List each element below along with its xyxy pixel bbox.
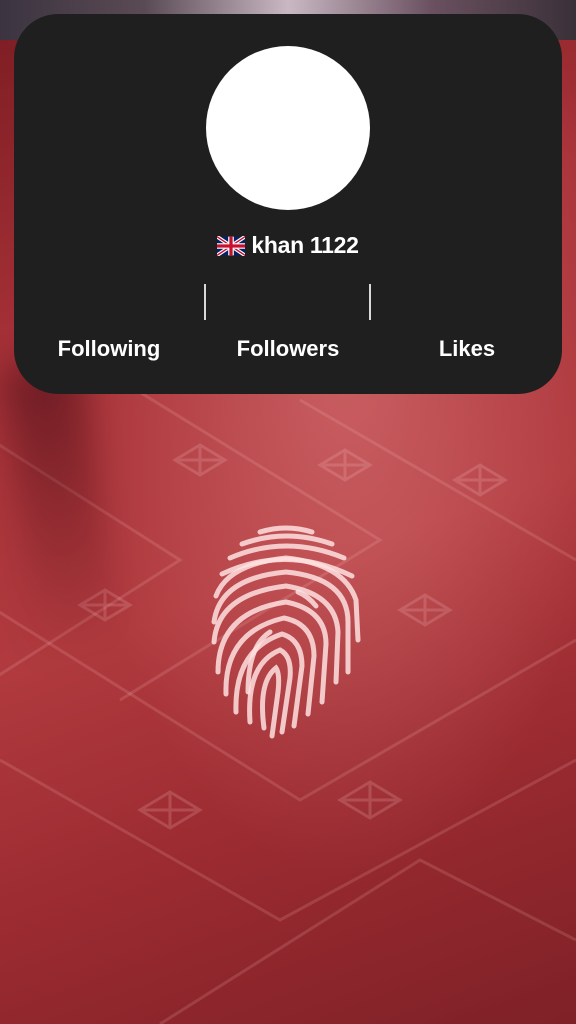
name-row: khan 1122 — [14, 232, 562, 259]
username: khan 1122 — [251, 232, 359, 258]
avatar[interactable] — [206, 46, 370, 210]
followers-label[interactable]: Followers — [198, 336, 378, 362]
divider-right — [369, 284, 371, 320]
uk-flag-icon — [217, 235, 246, 256]
fingerprint-icon[interactable] — [208, 522, 364, 742]
likes-label[interactable]: Likes — [377, 336, 557, 362]
following-label[interactable]: Following — [19, 336, 199, 362]
divider-left — [204, 284, 206, 320]
profile-card: khan 1122 Following Followers Likes — [14, 14, 562, 394]
